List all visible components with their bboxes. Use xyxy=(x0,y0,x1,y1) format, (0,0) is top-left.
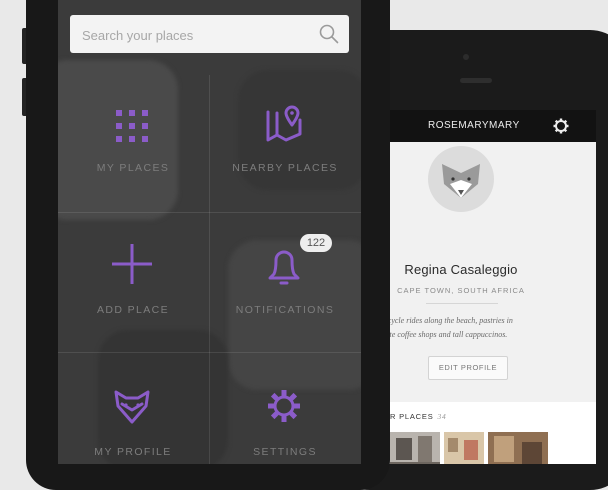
settings-gear-icon[interactable] xyxy=(551,116,571,136)
tile-label: SETTINGS xyxy=(253,446,317,458)
tile-add-place[interactable]: ADD PLACE xyxy=(58,228,208,352)
places-count: 34 xyxy=(437,412,447,421)
profile-location: CAPE TOWN, SOUTH AFRICA xyxy=(397,286,525,295)
profile-name: Regina Casaleggio xyxy=(404,262,518,277)
gear-icon xyxy=(268,390,300,422)
place-photo-thumbnail[interactable] xyxy=(444,432,484,464)
bio-line-2: cute coffee shops and tall cappuccinos. xyxy=(382,330,508,339)
places-section: R PLACES 34 xyxy=(376,402,596,464)
search-input[interactable] xyxy=(80,23,304,47)
profile-screen: ROSEMARYMARY Regina Casaleggio CAPE TOWN… xyxy=(376,110,596,464)
fox-icon xyxy=(114,390,150,424)
grid-divider xyxy=(58,212,361,213)
profile-topbar: ROSEMARYMARY xyxy=(376,110,596,142)
notifications-badge: 122 xyxy=(300,234,332,252)
tile-label: MY PROFILE xyxy=(94,446,172,458)
search-icon[interactable] xyxy=(318,23,340,45)
tile-label: ADD PLACE xyxy=(96,304,170,316)
profile-header-title: ROSEMARYMARY xyxy=(428,120,520,131)
grid-icon xyxy=(116,110,148,142)
grid-divider xyxy=(58,352,361,353)
search-bar[interactable] xyxy=(70,15,349,53)
profile-bio: e bicycle rides along the beach, pastrie… xyxy=(376,314,566,342)
tile-label: NOTIFICATIONS xyxy=(235,304,335,316)
tile-notifications[interactable]: NOTIFICATIONS xyxy=(210,228,360,352)
place-photo-thumbnail[interactable] xyxy=(390,432,440,464)
speaker xyxy=(460,78,492,83)
places-heading: R PLACES 34 xyxy=(390,412,447,421)
tile-nearby-places[interactable]: NEARBY PLACES xyxy=(210,88,360,212)
place-photo-thumbnail[interactable] xyxy=(488,432,548,464)
camera xyxy=(463,54,469,60)
menu-screen: MY PLACES NEARBY PLACES ADD PLACE NOTIFI… xyxy=(58,0,361,464)
places-label: R PLACES xyxy=(390,412,434,421)
fox-avatar-icon xyxy=(442,164,480,198)
tile-label: NEARBY PLACES xyxy=(232,162,338,174)
tile-my-places[interactable]: MY PLACES xyxy=(58,88,208,212)
tile-my-profile[interactable]: MY PROFILE xyxy=(58,368,208,464)
bio-line-1: e bicycle rides along the beach, pastrie… xyxy=(376,316,513,325)
divider xyxy=(426,303,498,304)
tile-settings[interactable]: SETTINGS xyxy=(210,368,360,464)
map-pin-icon xyxy=(266,105,302,142)
avatar xyxy=(428,146,494,212)
tile-label: MY PLACES xyxy=(96,162,170,174)
plus-icon xyxy=(112,244,152,284)
edit-profile-button[interactable]: EDIT PROFILE xyxy=(428,356,508,380)
bell-icon xyxy=(268,250,300,285)
